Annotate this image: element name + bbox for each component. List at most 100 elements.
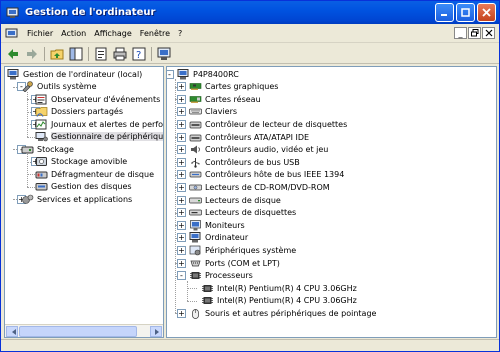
- expand-button[interactable]: +: [177, 119, 186, 129]
- device-manager-icon: [35, 131, 48, 142]
- floppy-controller-icon: [189, 119, 202, 130]
- expand-button[interactable]: +: [177, 170, 186, 180]
- expand-button[interactable]: +: [177, 145, 186, 155]
- tree-item-label: Contrôleurs ATA/ATAPI IDE: [205, 132, 310, 142]
- tree-item-label: Moniteurs: [205, 220, 245, 230]
- tree-item-stockage[interactable]: Stockage: [21, 143, 74, 155]
- tree-item-controleurs-hote-de-bus-ieee-1394[interactable]: Contrôleurs hôte de bus IEEE 1394: [189, 169, 344, 181]
- tree-item-label: Ordinateur: [205, 233, 249, 243]
- tree-item-processeurs[interactable]: Processeurs: [189, 270, 253, 282]
- tree-item-label: Périphériques système: [205, 245, 297, 255]
- up-level-button[interactable]: [50, 47, 64, 61]
- tree-item-controleurs-ata-atapi-ide[interactable]: Contrôleurs ATA/ATAPI IDE: [189, 131, 309, 143]
- expand-button[interactable]: +: [177, 220, 186, 230]
- horizontal-scrollbar[interactable]: [5, 324, 163, 337]
- tree-item-controleurs-de-bus-usb[interactable]: Contrôleurs de bus USB: [189, 156, 300, 168]
- scroll-right-button[interactable]: [150, 326, 162, 337]
- tree-item-gestion-des-disques[interactable]: Gestion des disques: [35, 181, 132, 193]
- tree-item-label: Processeurs: [205, 271, 253, 281]
- expand-button[interactable]: +: [177, 107, 186, 117]
- scroll-left-button[interactable]: [6, 326, 18, 337]
- expand-button[interactable]: +: [177, 258, 186, 268]
- expand-button[interactable]: +: [177, 157, 186, 167]
- svg-text:?: ?: [136, 50, 141, 61]
- menu-fenetre[interactable]: Fenêtre: [140, 29, 170, 38]
- menu-action[interactable]: Action: [61, 29, 86, 38]
- tree-item-ordinateur[interactable]: Ordinateur: [189, 232, 248, 244]
- tree-item-observateur-d-evenements[interactable]: Observateur d'événements: [35, 93, 160, 105]
- tree-item-cartes-reseau[interactable]: Cartes réseau: [189, 93, 261, 105]
- tree-item-label: Stockage: [37, 144, 74, 154]
- expand-button[interactable]: +: [177, 233, 186, 243]
- tree-item-claviers[interactable]: Claviers: [189, 106, 237, 118]
- processor-icon: [189, 270, 202, 281]
- tree-item-label: Gestionnaire de périphérique: [51, 132, 163, 141]
- scroll-thumb[interactable]: [19, 326, 137, 337]
- tree-item-outils-systeme[interactable]: Outils système: [21, 81, 97, 93]
- expand-button[interactable]: +: [177, 94, 186, 104]
- expand-button[interactable]: +: [177, 182, 186, 192]
- tree-item-moniteurs[interactable]: Moniteurs: [189, 219, 245, 231]
- perf-log-icon: [35, 119, 48, 130]
- tree-item-lecteurs-de-disque[interactable]: Lecteurs de disque: [189, 194, 281, 206]
- tree-item-dossiers-partages[interactable]: Dossiers partagés: [35, 106, 123, 118]
- tree-item-intel-r-pentium-r-4-cpu-3-06ghz[interactable]: Intel(R) Pentium(R) 4 CPU 3.06GHz: [201, 282, 357, 294]
- tree-item-controleurs-audio-video-et-jeu[interactable]: Contrôleurs audio, vidéo et jeu: [189, 144, 328, 156]
- show-tree-button[interactable]: [69, 47, 83, 61]
- tree-item-controleur-de-lecteur-de-disquettes[interactable]: Contrôleur de lecteur de disquettes: [189, 118, 347, 130]
- tree-item-label: Journaux et alertes de perfo: [51, 119, 164, 129]
- tree-item-journaux-et-alertes-de-perfo[interactable]: Journaux et alertes de perfo: [35, 118, 163, 130]
- tree-item-lecteurs-de-disquettes[interactable]: Lecteurs de disquettes: [189, 207, 296, 219]
- expand-button[interactable]: +: [177, 132, 186, 142]
- keyboard-icon: [189, 106, 202, 117]
- child-restore-button[interactable]: [468, 27, 481, 39]
- tree-item-intel-r-pentium-r-4-cpu-3-06ghz[interactable]: Intel(R) Pentium(R) 4 CPU 3.06GHz: [201, 295, 357, 307]
- child-minimize-button[interactable]: _: [454, 27, 467, 39]
- tree-item-cartes-graphiques[interactable]: Cartes graphiques: [189, 81, 278, 93]
- tree-item-defragmenteur-de-disque[interactable]: Défragmenteur de disque: [35, 168, 154, 180]
- print-button[interactable]: [113, 47, 127, 61]
- expand-button[interactable]: +: [177, 195, 186, 205]
- tree-item-ports-com-et-lpt[interactable]: Ports (COM et LPT): [189, 257, 280, 269]
- event-viewer-icon: [35, 94, 48, 105]
- minimize-button[interactable]: [435, 3, 454, 22]
- expand-button[interactable]: +: [177, 208, 186, 218]
- help-button[interactable]: ?: [132, 47, 146, 61]
- tree-item-stockage-amovible[interactable]: Stockage amovible: [35, 156, 127, 168]
- tree-item-p4p8400rc[interactable]: P4P8400RC: [177, 68, 239, 80]
- tree-item-gestion-de-l-ordinateur-local[interactable]: Gestion de l'ordinateur (local): [7, 68, 142, 80]
- expand-button[interactable]: +: [177, 308, 186, 318]
- expand-button[interactable]: +: [177, 82, 186, 92]
- display-adapter-icon: [189, 81, 202, 92]
- menu-affichage[interactable]: Affichage: [94, 29, 132, 38]
- tree-item-services-et-applications[interactable]: Services et applications: [21, 193, 132, 205]
- back-button[interactable]: [6, 47, 20, 61]
- properties-button[interactable]: [94, 47, 108, 61]
- tree-item-gestionnaire-de-peripherique[interactable]: Gestionnaire de périphérique: [35, 131, 163, 143]
- maximize-button[interactable]: [456, 3, 475, 22]
- tree-item-label: Services et applications: [37, 194, 133, 204]
- disk-management-icon: [35, 181, 48, 192]
- close-icon: [485, 29, 492, 37]
- expand-button[interactable]: +: [177, 245, 186, 255]
- forward-button[interactable]: [25, 47, 39, 61]
- computer-icon: [157, 47, 171, 60]
- scan-hardware-button[interactable]: [157, 47, 171, 61]
- console-icon[interactable]: [5, 28, 19, 40]
- close-button[interactable]: [477, 3, 496, 22]
- menu-help[interactable]: ?: [178, 29, 182, 38]
- window-title: Gestion de l'ordinateur: [25, 7, 156, 18]
- tree-item-souris-et-autres-peripheriques-de-pointage[interactable]: Souris et autres périphériques de pointa…: [189, 307, 376, 319]
- collapse-button[interactable]: -: [167, 69, 174, 79]
- collapse-button[interactable]: -: [177, 271, 186, 281]
- tree-item-lecteurs-de-cd-rom-dvd-rom[interactable]: Lecteurs de CD-ROM/DVD-ROM: [189, 181, 330, 193]
- title-bar[interactable]: Gestion de l'ordinateur: [1, 1, 499, 24]
- defrag-icon: [35, 169, 48, 180]
- menu-fichier[interactable]: Fichier: [27, 29, 53, 38]
- child-close-button[interactable]: [482, 27, 495, 39]
- console-tree-pane[interactable]: Gestion de l'ordinateur (local) - Outils s…: [4, 66, 164, 338]
- printer-icon: [113, 47, 127, 60]
- computer-management-window: Gestion de l'ordinateur Fichier Action A…: [0, 0, 500, 352]
- tree-item-peripheriques-systeme[interactable]: Périphériques système: [189, 244, 296, 256]
- device-tree-pane[interactable]: - P4P8400RC + Cartes graphiques + Cartes rése…: [166, 66, 497, 338]
